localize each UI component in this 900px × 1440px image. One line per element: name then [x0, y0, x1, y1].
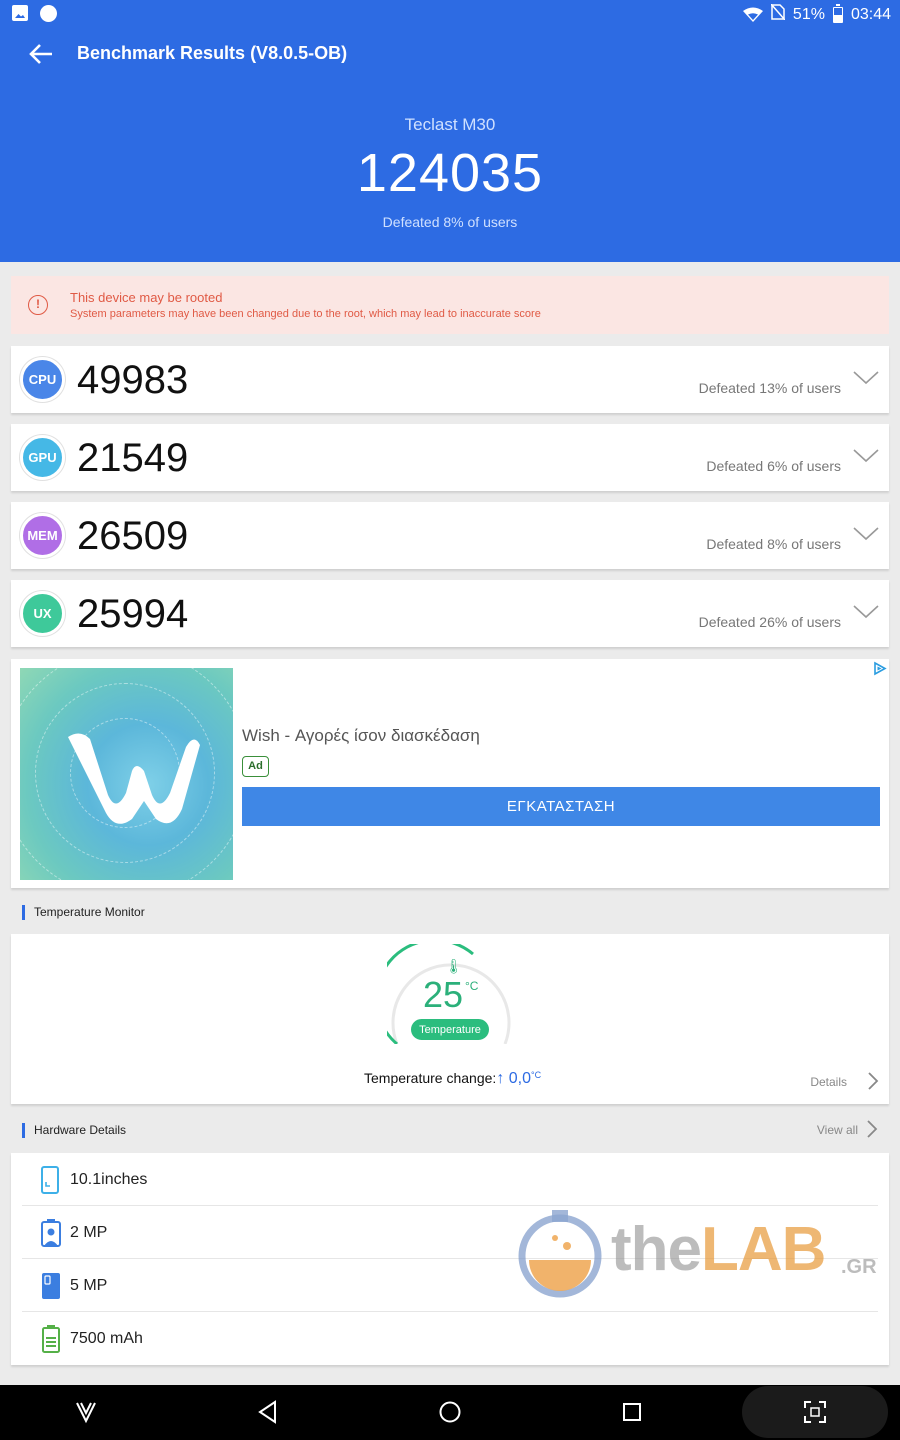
screen-icon [41, 1166, 59, 1194]
gpu-score: 21549 [77, 436, 189, 480]
temperature-pill: Temperature [410, 1018, 490, 1041]
warning-icon: ! [28, 295, 48, 315]
chevron-right-icon[interactable] [866, 1119, 878, 1139]
home-nav-icon[interactable] [437, 1399, 463, 1425]
mem-score: 26509 [77, 514, 189, 558]
wish-logo-icon [68, 733, 200, 824]
total-defeated-text: Defeated 8% of users [382, 214, 518, 230]
navigation-bar [0, 1385, 900, 1440]
wifi-icon [742, 7, 763, 23]
screenshot-nav-icon[interactable] [802, 1399, 828, 1425]
ux-score: 25994 [77, 592, 189, 636]
front-camera-icon [41, 1219, 61, 1247]
temperature-value: 25 [423, 974, 464, 1015]
warning-subtitle: System parameters may have been changed … [70, 308, 541, 320]
hardware-item-screen[interactable]: 10.1inches [22, 1153, 878, 1206]
cpu-defeated-text: Defeated 13% of users [698, 380, 841, 396]
temperature-change-value: ↑ 0,0 [496, 1070, 531, 1087]
thermometer-icon: 🌡 [445, 958, 463, 974]
watermark-suffix: .GR [841, 1256, 877, 1278]
chevron-down-icon[interactable] [853, 448, 879, 464]
details-link[interactable]: Details [810, 1075, 847, 1089]
gpu-defeated-text: Defeated 6% of users [706, 458, 841, 474]
temperature-card: 🌡 25 °C Temperature Temperature change:↑… [11, 934, 889, 1104]
thelab-watermark: theLAB .GR [515, 1206, 877, 1298]
clock: 03:44 [850, 5, 891, 23]
ad-title[interactable]: Wish - Αγορές ίσον διασκέδαση [242, 726, 480, 746]
install-button[interactable]: ΕΓΚΑΤΑΣΤΑΣΗ [242, 787, 880, 826]
ad-tag: Ad [242, 756, 269, 777]
battery-capacity: 7500 mAh [70, 1330, 143, 1347]
back-arrow-icon[interactable] [28, 42, 54, 66]
cpu-score-card[interactable]: CPU 49983 Defeated 13% of users [11, 346, 889, 413]
temperature-unit: °C [465, 979, 479, 993]
watermark-brand-accent: LAB [701, 1215, 826, 1284]
chevron-down-icon[interactable] [853, 370, 879, 386]
hardware-section-title: Hardware Details [22, 1123, 126, 1138]
watermark-brand: the [611, 1215, 702, 1284]
battery-icon [832, 3, 843, 23]
adchoices-icon[interactable] [872, 661, 887, 676]
front-camera: 2 MP [70, 1224, 108, 1241]
root-warning-banner: ! This device may be rooted System param… [11, 276, 889, 334]
flask-logo-icon [518, 1210, 602, 1298]
view-all-link[interactable]: View all [817, 1123, 858, 1137]
total-score: 124035 [356, 143, 544, 203]
wish-app-image[interactable] [20, 668, 233, 880]
ux-score-card[interactable]: UX 25994 Defeated 26% of users [11, 580, 889, 647]
temperature-change: Temperature change:↑ 0,0°C [364, 1070, 541, 1088]
watermark-text: theLAB [611, 1214, 826, 1285]
temperature-change-unit: °C [531, 1070, 542, 1080]
ad-banner[interactable]: Wish - Αγορές ίσον διασκέδαση Ad ΕΓΚΑΤΑΣ… [11, 659, 889, 888]
chevron-down-icon[interactable] [853, 526, 879, 542]
back-nav-icon[interactable] [255, 1399, 281, 1425]
cpu-badge: CPU [20, 357, 65, 402]
screen-size: 10.1inches [70, 1171, 148, 1188]
gallery-notification-icon [12, 5, 28, 21]
mem-defeated-text: Defeated 8% of users [706, 536, 841, 552]
battery-percent: 51% [792, 5, 825, 23]
cpu-score: 49983 [77, 358, 189, 402]
chevron-right-icon[interactable] [867, 1071, 879, 1091]
mem-badge: MEM [20, 513, 65, 558]
warning-title: This device may be rooted [70, 290, 223, 305]
app-header: 51% 03:44 Benchmark Results (V8.0.5-OB) … [0, 0, 900, 262]
page-title: Benchmark Results (V8.0.5-OB) [77, 43, 348, 63]
chevron-down-icon[interactable] [853, 604, 879, 620]
app-notification-icon [40, 5, 57, 22]
gpu-badge: GPU [20, 435, 65, 480]
battery-capacity-icon [42, 1325, 60, 1353]
hardware-item-battery[interactable]: 7500 mAh [22, 1312, 878, 1365]
rear-camera-icon [42, 1273, 60, 1299]
recents-nav-icon[interactable] [619, 1399, 645, 1425]
hide-nav-icon[interactable] [73, 1399, 99, 1425]
temperature-section-title: Temperature Monitor [22, 905, 145, 920]
ux-badge: UX [20, 591, 65, 636]
rear-camera: 5 MP [70, 1277, 108, 1294]
status-bar: 51% 03:44 [0, 0, 900, 30]
gpu-score-card[interactable]: GPU 21549 Defeated 6% of users [11, 424, 889, 491]
device-name: Teclast M30 [404, 115, 496, 134]
no-sim-icon [770, 3, 786, 25]
temperature-change-label: Temperature change: [364, 1070, 497, 1086]
mem-score-card[interactable]: MEM 26509 Defeated 8% of users [11, 502, 889, 569]
ux-defeated-text: Defeated 26% of users [698, 614, 841, 630]
